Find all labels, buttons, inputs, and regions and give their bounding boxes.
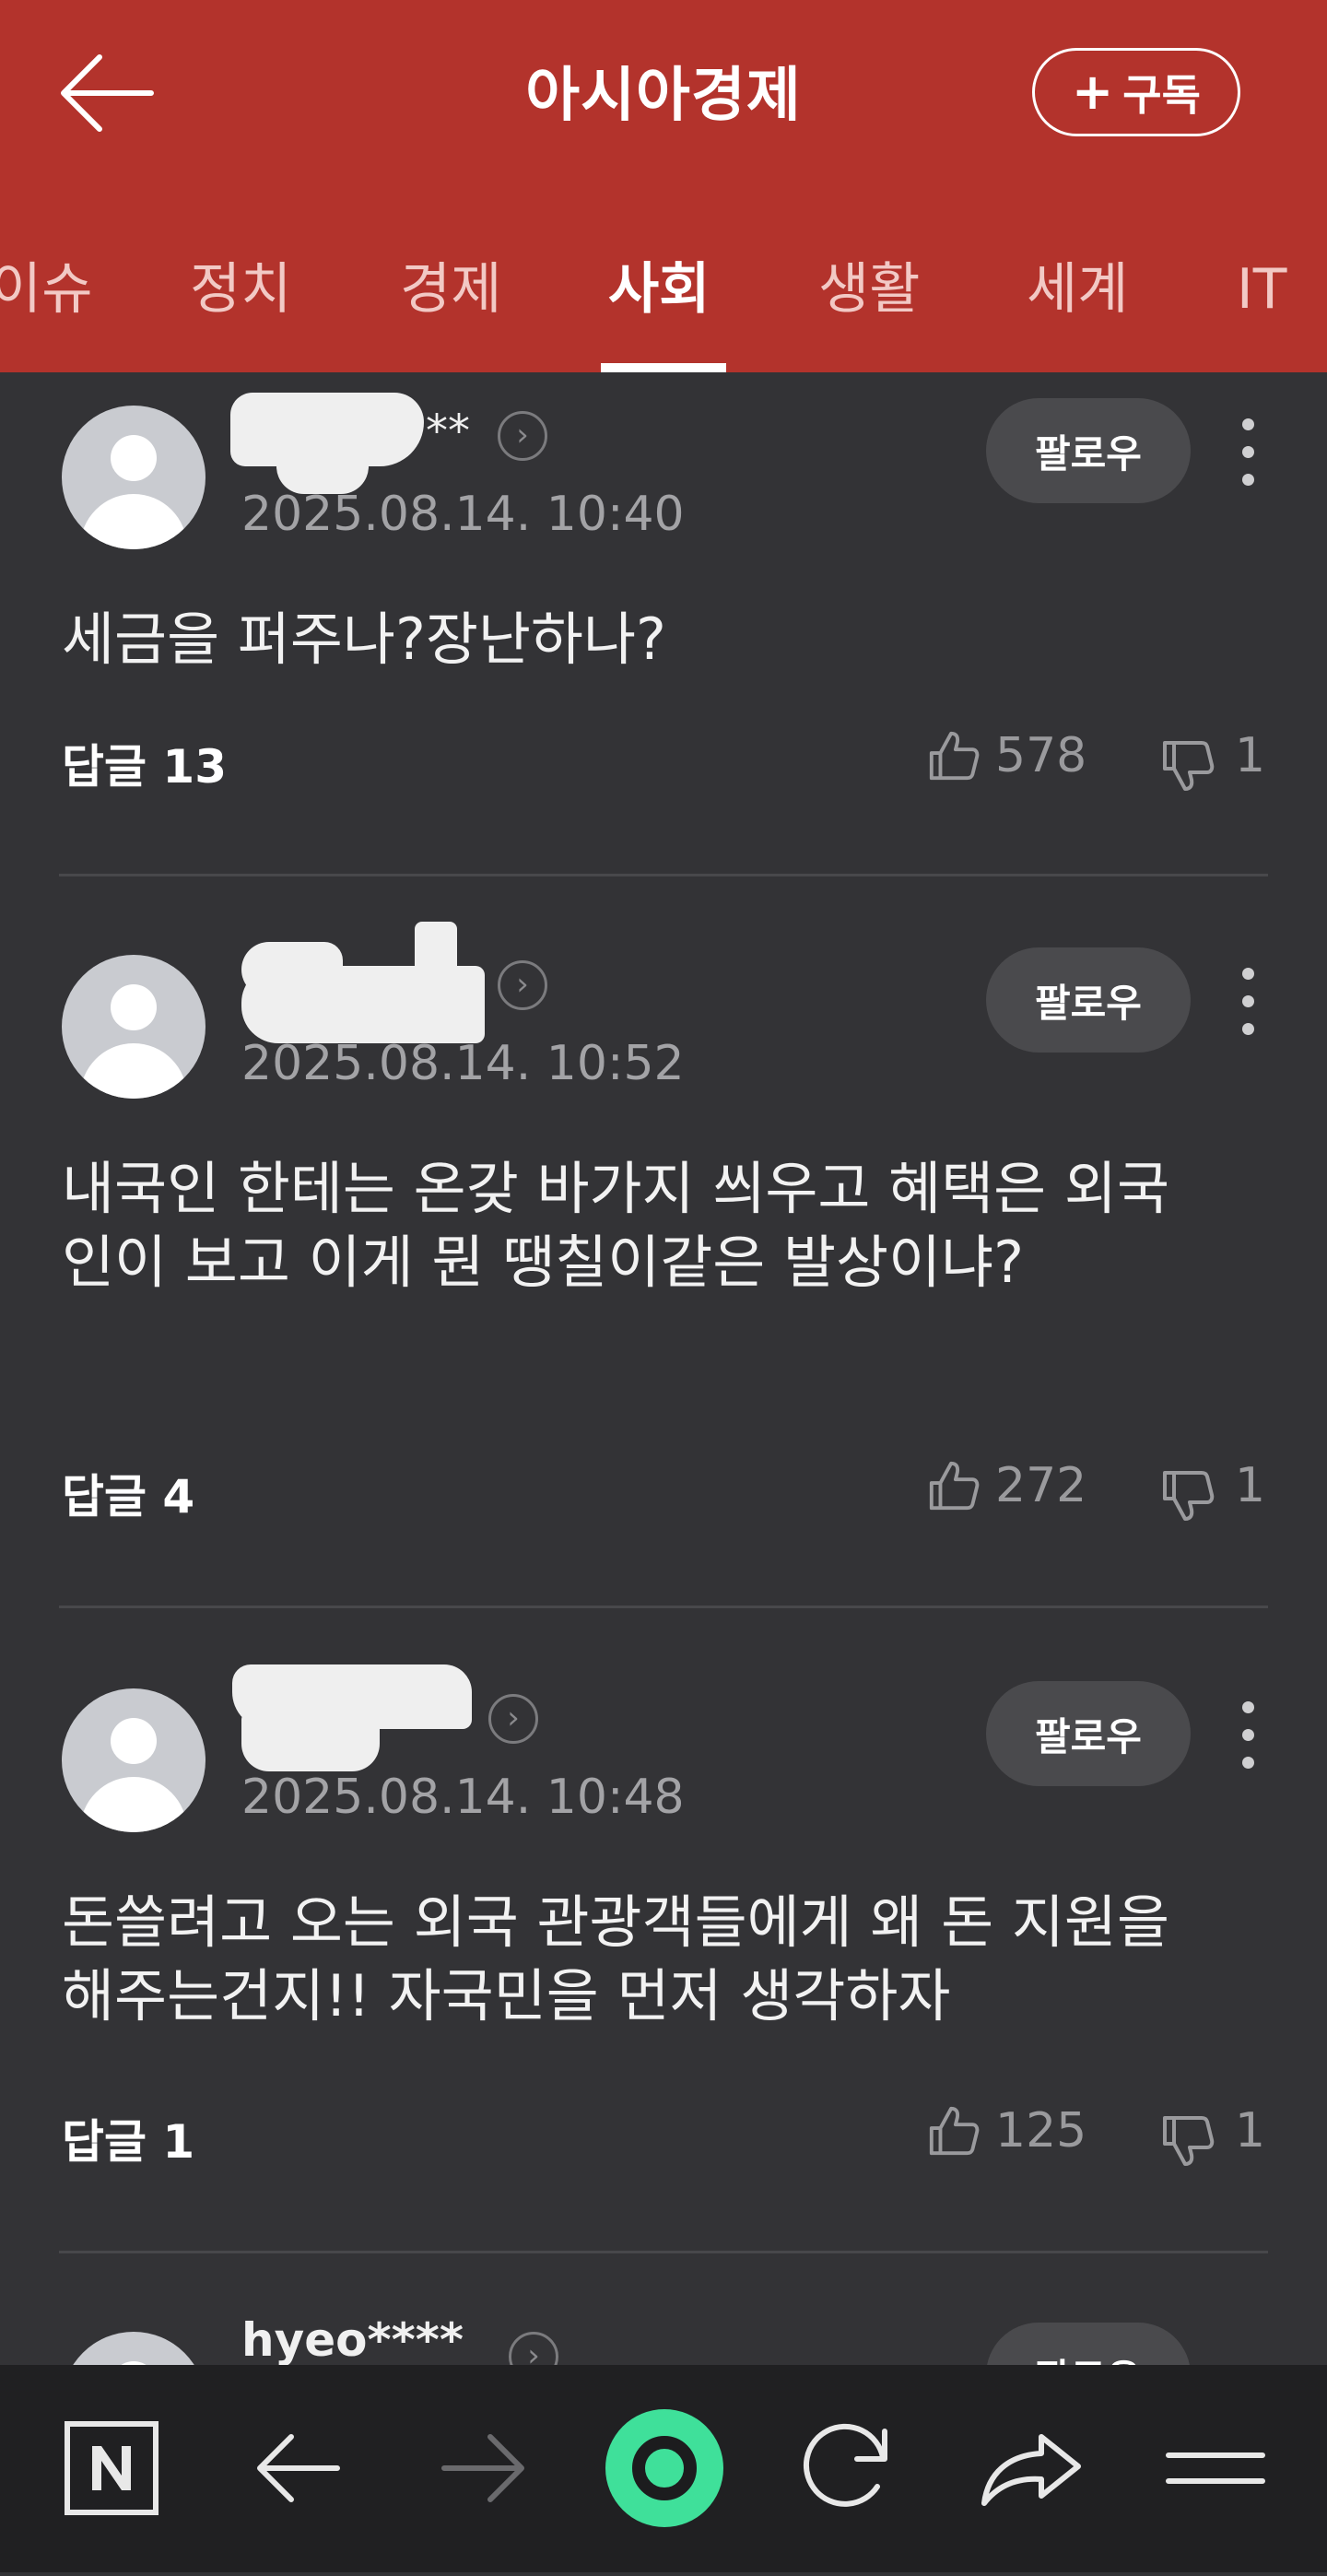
vertical-ellipsis-icon[interactable] [1226, 1688, 1270, 1781]
dislike-count: 1 [1235, 2103, 1266, 2158]
comment-username[interactable]: ** [426, 406, 470, 457]
thumbs-up-icon[interactable] [925, 2103, 982, 2158]
follow-button[interactable]: 팔로우 [986, 1681, 1191, 1786]
tab-life[interactable]: 생활 [818, 243, 920, 335]
comment-text: 세금을 퍼주나?장난하나? [62, 606, 666, 673]
redacted-username [415, 922, 457, 977]
comment-item: hyeo**** › 팔로우 [0, 2295, 1327, 2365]
tab-world[interactable]: 세계 [1027, 243, 1128, 335]
divider [59, 1606, 1268, 1608]
chevron-right-circle-icon[interactable]: › [498, 411, 547, 461]
redacted-username [241, 1711, 380, 1771]
thumbs-down-icon[interactable] [1159, 737, 1216, 794]
subscribe-button[interactable]: + 구독 [1032, 48, 1240, 136]
back-arrow-icon [257, 2434, 340, 2502]
reply-button[interactable]: 답글 4 [62, 1460, 194, 1526]
comment-timestamp: 2025.08.14. 10:48 [241, 1770, 685, 1825]
tab-it[interactable]: IT [1237, 243, 1286, 335]
menu-icon [1166, 2452, 1265, 2484]
avatar[interactable] [62, 406, 206, 549]
vertical-ellipsis-icon[interactable] [1226, 406, 1270, 498]
thumbs-down-icon[interactable] [1159, 2112, 1216, 2170]
tab-politics[interactable]: 정치 [190, 243, 291, 335]
thumbs-up-icon[interactable] [925, 728, 982, 783]
green-home-icon [605, 2409, 723, 2527]
follow-button[interactable]: 팔로우 [986, 2323, 1191, 2365]
share-button[interactable] [969, 2365, 1089, 2572]
refresh-button[interactable] [787, 2365, 907, 2572]
naver-n-icon [65, 2421, 159, 2515]
tab-issue[interactable]: 이슈 [0, 243, 92, 335]
chevron-right-circle-icon[interactable]: › [498, 960, 547, 1010]
category-tabs: 이슈 정치 경제 사회 생활 세계 IT [0, 192, 1327, 372]
nav-forward-button[interactable] [422, 2365, 542, 2572]
comment-timestamp: 2025.08.14. 10:52 [241, 1036, 685, 1091]
tab-society[interactable]: 사회 [608, 243, 710, 335]
like-count: 578 [995, 728, 1087, 783]
share-icon [981, 2434, 1081, 2506]
comment-timestamp: 2025.08.14. 10:40 [241, 487, 685, 542]
follow-button[interactable]: 팔로우 [986, 947, 1191, 1053]
avatar[interactable] [62, 955, 206, 1099]
chevron-right-circle-icon[interactable]: › [509, 2332, 558, 2365]
comment-username[interactable]: hyeo**** [241, 2313, 464, 2365]
tab-economy[interactable]: 경제 [400, 243, 501, 335]
follow-button[interactable]: 팔로우 [986, 398, 1191, 503]
forward-arrow-icon [441, 2434, 524, 2502]
reply-button[interactable]: 답글 1 [62, 2105, 194, 2171]
redacted-username [276, 437, 369, 494]
nav-back-button[interactable] [240, 2365, 359, 2572]
menu-button[interactable] [1156, 2365, 1275, 2572]
bottom-navigation [0, 2365, 1327, 2572]
naver-home-button[interactable] [52, 2365, 171, 2572]
plus-icon: + [1072, 63, 1114, 121]
dislike-count: 1 [1235, 1458, 1266, 1513]
avatar[interactable] [62, 2332, 206, 2365]
comment-text: 내국인 한테는 온갖 바가지 씌우고 혜택은 외국인이 보고 이게 뭔 땡칠이같… [62, 1155, 1170, 1296]
avatar[interactable] [62, 1688, 206, 1832]
reply-button[interactable]: 답글 13 [62, 730, 227, 796]
comment-text: 돈쓸려고 오는 외국 관광객들에게 왜 돈 지원을 해주는건지!! 자국민을 먼… [62, 1888, 1170, 2029]
dislike-count: 1 [1235, 728, 1266, 783]
like-count: 272 [995, 1458, 1087, 1513]
subscribe-label: 구독 [1122, 70, 1201, 120]
thumbs-down-icon[interactable] [1159, 1467, 1216, 1524]
redacted-username [241, 966, 485, 1043]
divider [59, 874, 1268, 876]
chevron-right-circle-icon[interactable]: › [488, 1694, 538, 1744]
vertical-ellipsis-icon[interactable] [1226, 955, 1270, 1047]
like-count: 125 [995, 2103, 1087, 2158]
active-tab-indicator [601, 363, 726, 372]
refresh-icon [803, 2423, 887, 2507]
app-header: 아시아경제 + 구독 [0, 0, 1327, 192]
thumbs-up-icon[interactable] [925, 1458, 982, 1513]
green-home-button[interactable] [605, 2365, 724, 2572]
divider [59, 2251, 1268, 2253]
